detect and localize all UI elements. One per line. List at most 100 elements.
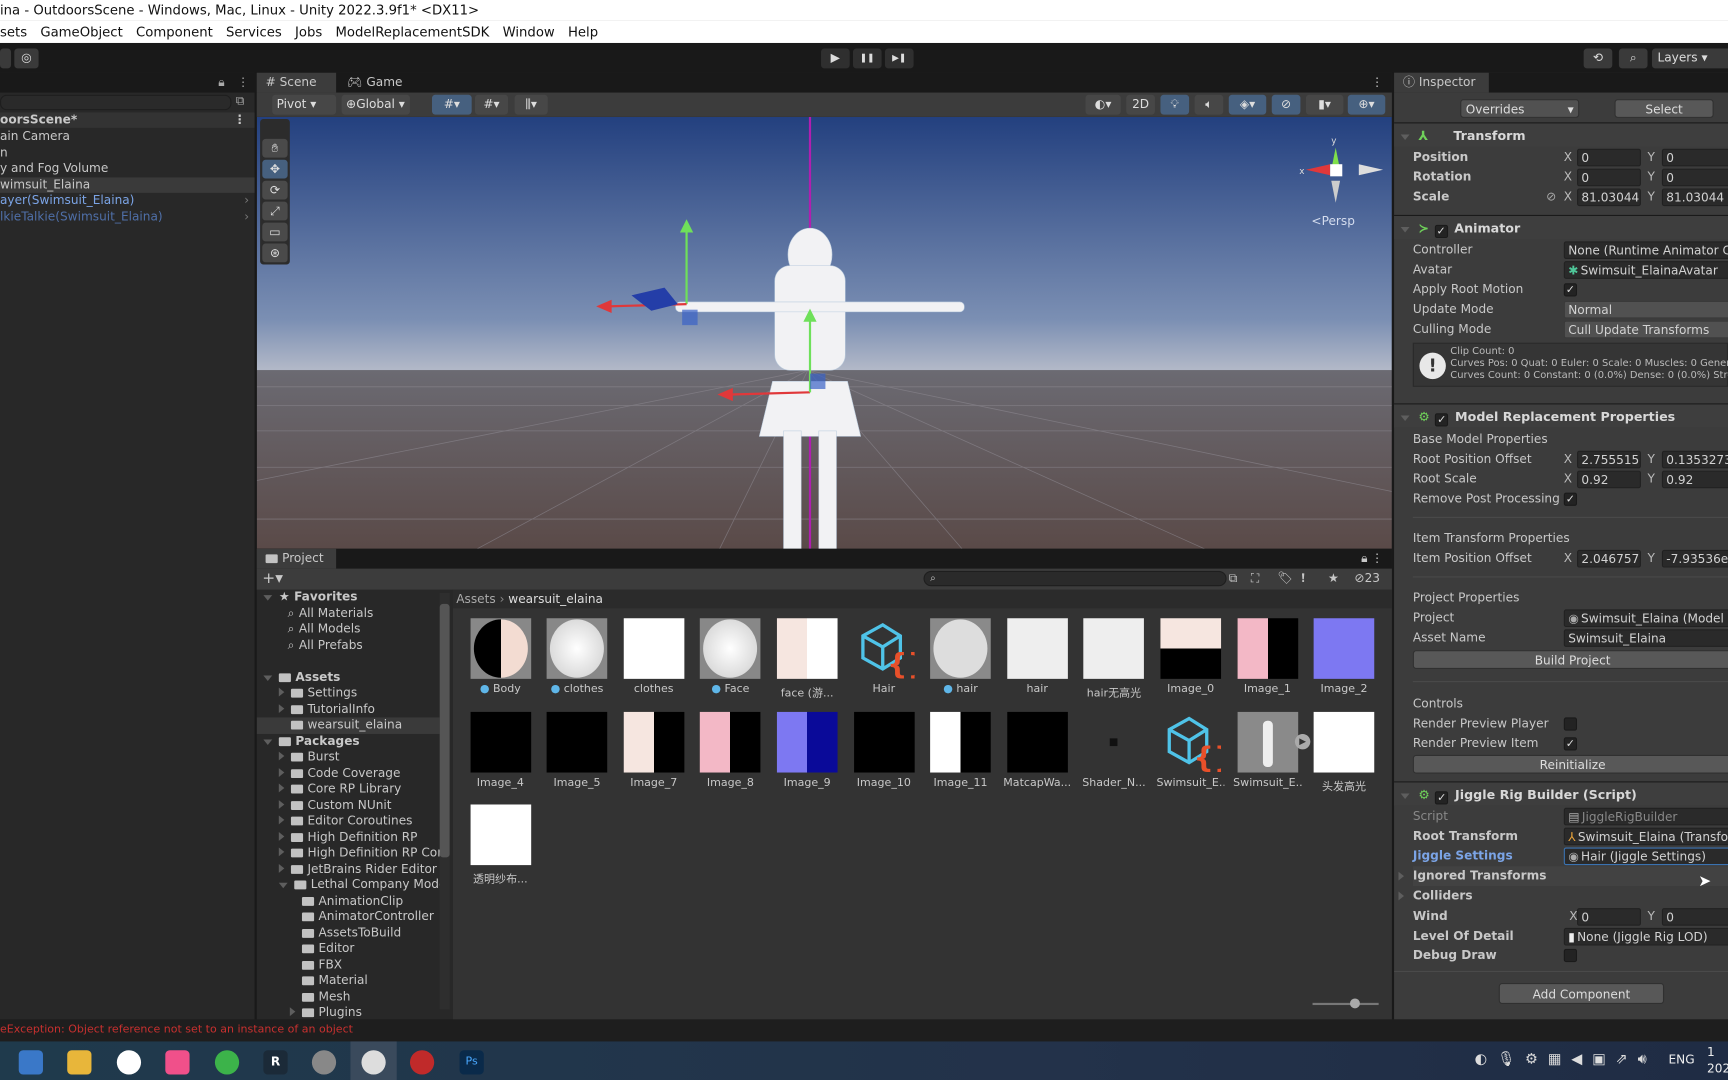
camera-dropdown[interactable]: ▮▾	[1305, 94, 1344, 115]
lock-icon[interactable]: 🔒︎	[1361, 551, 1367, 566]
menu-services[interactable]: Services	[226, 21, 282, 43]
collapsed-arrow-icon[interactable]	[278, 815, 285, 825]
asset-item[interactable]: {} Swimsuit_E...	[1156, 711, 1225, 789]
tab-game[interactable]: 🎮︎ Game	[338, 73, 411, 93]
asset-item[interactable]: ● Face	[696, 618, 764, 695]
checkbox[interactable]: ✓	[1563, 492, 1578, 506]
y-field[interactable]: 0.92	[1661, 470, 1728, 489]
menu-component[interactable]: Component	[136, 21, 213, 43]
collapsed-arrow-icon[interactable]	[278, 863, 285, 873]
layers-dropdown[interactable]: Layers ▾	[1651, 48, 1728, 69]
tab-project[interactable]: Project	[256, 548, 337, 569]
tab-scene[interactable]: # Scene	[256, 72, 337, 93]
expanded-arrow-icon[interactable]	[278, 882, 288, 889]
step-button[interactable]: ▶❚	[884, 48, 914, 69]
tree-item[interactable]: AnimatorController	[257, 909, 440, 925]
tree-item[interactable]: Settings	[257, 685, 440, 701]
value-field[interactable]: None (Runtime Animator Con	[1563, 241, 1728, 259]
status-bar[interactable]: eException: Object reference not set to …	[0, 1019, 1728, 1042]
asset-item[interactable]: ● Body	[466, 618, 534, 695]
hidden-objects-icon[interactable]: ⊘	[1271, 94, 1301, 115]
unity-active-tab[interactable]	[350, 1041, 397, 1080]
value-field[interactable]: ◉ Hair (Jiggle Settings)	[1563, 847, 1728, 866]
asset-item[interactable]: Image_11	[926, 711, 994, 789]
expand-prefab-icon[interactable]: ▶	[1294, 733, 1311, 749]
select-button[interactable]: Select	[1614, 99, 1714, 118]
hierarchy-item[interactable]: ayer(Swimsuit_Elaina) ›	[0, 193, 255, 208]
warning-filter-icon[interactable]: ❗︎	[1302, 571, 1305, 586]
bilibili-icon[interactable]	[165, 1050, 190, 1075]
tree-favorite-item[interactable]: ⌕ All Materials	[257, 606, 440, 622]
ignored-transforms-foldout[interactable]: Ignored Transforms	[1398, 866, 1728, 887]
asset-item[interactable]: Swimsuit_E...	[1233, 711, 1302, 789]
taskbar-app-icon[interactable]	[18, 1050, 43, 1075]
asset-item[interactable]: face (游...	[773, 618, 841, 700]
align-button[interactable]: ⫼▾	[514, 94, 548, 115]
menu-help[interactable]: Help	[568, 21, 598, 43]
hierarchy-search-input[interactable]	[0, 94, 232, 111]
asset-item[interactable]: Image_8	[696, 711, 764, 789]
cloud-icon[interactable]: ◎	[14, 48, 39, 69]
collapsed-arrow-icon[interactable]	[278, 799, 285, 809]
tree-favorite-item[interactable]: ⌕ All Prefabs	[257, 638, 440, 654]
menu-modelreplacementsdk[interactable]: ModelReplacementSDK	[336, 21, 490, 43]
tab-inspector[interactable]: ⓘ Inspector	[1394, 72, 1489, 93]
value-field[interactable]: ▮ None (Jiggle Rig LOD)	[1563, 927, 1728, 946]
value-field[interactable]: Normal	[1563, 300, 1728, 319]
grid-snap-button[interactable]: #▾	[431, 94, 472, 115]
scale-tool-icon[interactable]: ⤢	[262, 201, 288, 221]
hierarchy-item[interactable]: n	[0, 145, 255, 160]
tree-item[interactable]: Core RP Library	[257, 781, 440, 797]
chevron-right-icon[interactable]: ›	[244, 209, 249, 224]
asset-item[interactable]: MatcapWa...	[1003, 711, 1071, 789]
breadcrumb-assets[interactable]: Assets	[456, 592, 495, 606]
component-enabled-checkbox[interactable]: ✓	[1435, 413, 1449, 427]
x-field[interactable]: 0	[1577, 148, 1641, 167]
tree-assets[interactable]: Assets	[257, 669, 440, 685]
asset-item[interactable]: Image_1	[1233, 618, 1301, 695]
asset-item[interactable]: Image_0	[1156, 618, 1224, 695]
search-icon[interactable]: ⌕	[1618, 48, 1648, 69]
system-tray-icons[interactable]: ◐🎙︎⚙▦◀▣⇗🔊︎	[1475, 1051, 1657, 1068]
project-more-icon[interactable]: ⋮	[1371, 551, 1383, 565]
foldout-arrow-icon[interactable]	[1398, 891, 1404, 901]
tree-item[interactable]: Editor Coroutines	[257, 813, 440, 829]
hierarchy-item[interactable]: y and Fog Volume	[0, 161, 255, 176]
tree-item[interactable]: AnimationClip	[257, 893, 440, 909]
tree-item[interactable]: JetBrains Rider Editor	[257, 861, 440, 877]
scene-menu-icon[interactable]: ⋮	[234, 112, 246, 127]
menu-gameobject[interactable]: GameObject	[40, 21, 122, 43]
file-explorer-icon[interactable]	[67, 1050, 92, 1075]
lock-icon[interactable]: 🔒︎	[218, 75, 224, 90]
tree-item[interactable]: Custom NUnit	[257, 797, 440, 813]
tree-item[interactable]: High Definition RP Conf	[257, 845, 449, 861]
rect-tool-icon[interactable]: ▭	[262, 222, 288, 242]
rotate-tool-icon[interactable]: ⟳	[262, 180, 288, 200]
menu-jobs[interactable]: Jobs	[295, 21, 322, 43]
y-field[interactable]: 0	[1661, 908, 1728, 926]
foldout-arrow-icon[interactable]	[1400, 227, 1410, 233]
favorite-star-icon[interactable]: ★	[1328, 571, 1339, 585]
tree-item[interactable]: Plugins	[257, 1005, 440, 1019]
collapsed-arrow-icon[interactable]	[278, 767, 285, 777]
constrain-proportions-icon[interactable]: ⊘	[1546, 187, 1556, 207]
tree-favorites[interactable]: ★ Favorites	[257, 590, 440, 606]
y-field[interactable]: 81.03044	[1661, 188, 1728, 207]
pivot-dropdown[interactable]: Pivot ▾	[272, 94, 337, 115]
foldout-arrow-icon[interactable]	[1398, 871, 1404, 881]
more-icon[interactable]: ⋮	[237, 75, 249, 89]
asset-item[interactable]: Shader_N...	[1080, 711, 1148, 789]
y-field[interactable]: 0	[1661, 168, 1728, 187]
collapsed-arrow-icon[interactable]	[278, 831, 285, 841]
search-by-label-icon[interactable]: ⛶	[1251, 571, 1259, 586]
x-field[interactable]: 2.046757e	[1577, 549, 1641, 568]
open-scene-icon[interactable]: ⧉	[236, 94, 245, 109]
unity-hub-icon[interactable]	[311, 1050, 337, 1075]
pause-button[interactable]: ❚❚	[852, 48, 882, 69]
component-header[interactable]: ⚙ ✓ Jiggle Rig Builder (Script)	[1394, 781, 1728, 806]
component-enabled-checkbox[interactable]: ✓	[1434, 224, 1448, 239]
tree-item[interactable]: Burst	[257, 749, 440, 765]
collapsed-arrow-icon[interactable]	[278, 703, 285, 713]
menu-assets[interactable]: sets	[0, 21, 27, 43]
tree-item[interactable]: Material	[257, 973, 440, 989]
